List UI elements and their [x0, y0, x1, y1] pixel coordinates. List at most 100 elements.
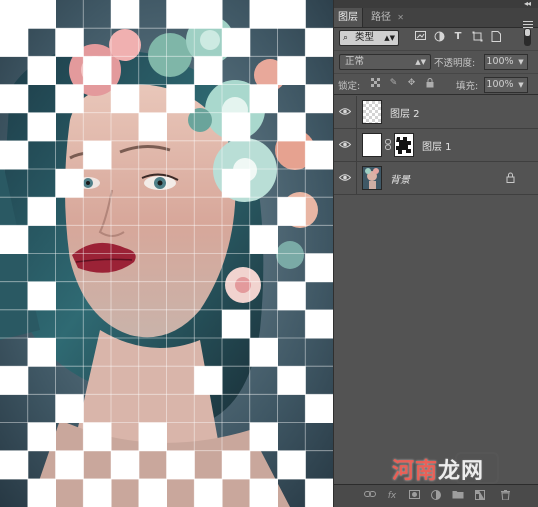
lock-fill-row: 锁定: ✎ ✥ 填充: 100% ▼: [334, 73, 538, 95]
layer-mask-thumbnail[interactable]: [394, 133, 414, 157]
mosaic-white-tile: [222, 450, 251, 480]
mosaic-white-tile: [277, 0, 306, 29]
visibility-toggle[interactable]: [334, 96, 357, 128]
opacity-dropdown-icon[interactable]: ▼: [515, 54, 528, 70]
mosaic-white-tile: [305, 309, 333, 339]
mosaic-white-tile: [0, 28, 29, 57]
mosaic-white-tile: [222, 169, 251, 198]
mosaic-white-tile: [0, 0, 29, 29]
layer-thumbnail: [362, 166, 382, 190]
mosaic-white-tile: [55, 169, 84, 198]
layer-name[interactable]: 图层 1: [422, 138, 452, 153]
collapse-panel-icon[interactable]: ◂◂: [524, 0, 531, 8]
fill-dropdown-icon[interactable]: ▼: [515, 77, 528, 93]
mosaic-white-tile: [305, 140, 333, 170]
search-icon: ⌕: [343, 33, 349, 43]
visibility-toggle[interactable]: [334, 129, 357, 161]
mosaic-white-tile: [55, 84, 84, 114]
mosaic-white-tile: [194, 366, 223, 395]
mosaic-white-tile: [277, 281, 306, 311]
tab-layers[interactable]: 图层: [334, 8, 363, 27]
lock-label: 锁定:: [338, 81, 361, 92]
mosaic-white-tile: [249, 338, 278, 367]
mosaic-white-tile: [305, 478, 333, 507]
mosaic-white-tile: [0, 366, 29, 395]
mosaic-white-tile: [83, 140, 112, 170]
mosaic-white-tile: [249, 0, 278, 29]
mosaic-white-tile: [138, 112, 167, 142]
mosaic-white-tile: [27, 478, 56, 507]
mosaic-white-tile: [111, 450, 140, 480]
adjustment-layer-icon[interactable]: [430, 490, 442, 502]
mosaic-white-tile: [194, 0, 223, 29]
mask-link-icon[interactable]: [385, 139, 391, 150]
mosaic-white-tile: [277, 112, 306, 142]
opacity-input[interactable]: 100%: [484, 54, 516, 70]
mosaic-white-tile: [27, 112, 56, 142]
opacity-label: 不透明度:: [434, 58, 476, 69]
mosaic-white-tile: [166, 84, 195, 114]
mosaic-white-tile: [55, 28, 84, 57]
mosaic-white-tile: [277, 450, 306, 480]
mosaic-white-tile: [305, 253, 333, 283]
mosaic-white-tile: [222, 309, 251, 339]
lock-position-icon[interactable]: ✥: [406, 78, 417, 89]
tab-paths-label: 路径: [371, 12, 391, 23]
tab-paths[interactable]: 路径 ✕: [367, 8, 408, 27]
chevron-down-icon: ▲▼: [415, 58, 426, 66]
chevron-down-icon: ▲▼: [384, 34, 395, 42]
blend-mode-select[interactable]: 正常 ▲▼: [339, 54, 431, 70]
fx-icon[interactable]: fx: [386, 490, 398, 502]
image-filter-icon[interactable]: [414, 31, 426, 43]
filter-kind-label: 类型: [355, 32, 375, 43]
mosaic-white-tile: [194, 478, 223, 507]
mosaic-white-tile: [27, 56, 56, 85]
link-layers-icon[interactable]: [364, 490, 376, 502]
visibility-toggle[interactable]: [334, 162, 357, 194]
mosaic-white-tile: [249, 225, 278, 254]
trash-icon[interactable]: [499, 490, 511, 502]
add-mask-icon[interactable]: [408, 490, 420, 502]
layer-name[interactable]: 背景: [390, 171, 410, 186]
fill-input[interactable]: 100%: [484, 77, 516, 93]
type-filter-icon[interactable]: T: [452, 31, 464, 43]
new-layer-icon[interactable]: [474, 490, 486, 502]
adjustment-filter-icon[interactable]: [433, 31, 445, 43]
tab-layers-label: 图层: [338, 12, 358, 23]
group-folder-icon[interactable]: [452, 490, 464, 502]
mosaic-white-tile: [83, 478, 112, 507]
lock-all-icon[interactable]: [424, 78, 435, 89]
layer-name[interactable]: 图层 2: [390, 105, 420, 120]
mosaic-white-tile: [0, 450, 29, 480]
mosaic-white-tile: [27, 338, 56, 367]
layers-panel: ◂◂ 图层 路径 ✕ ⌕ 类型 ▲▼ T 正常 ▲▼ 不透明度: 100% ▼ …: [333, 0, 538, 507]
mosaic-white-tile: [83, 422, 112, 452]
mosaic-white-tile: [194, 56, 223, 85]
mosaic-white-tile: [222, 28, 251, 57]
mosaic-white-tile: [111, 84, 140, 114]
mosaic-white-tile: [55, 450, 84, 480]
blend-mode-value: 正常: [345, 56, 365, 67]
layer-row[interactable]: 图层 2: [334, 96, 538, 129]
shape-filter-icon[interactable]: [471, 31, 483, 43]
lock-icon: [506, 172, 515, 183]
mosaic-white-tile: [0, 140, 29, 170]
layer-row[interactable]: 背景: [334, 162, 538, 195]
smart-object-filter-icon[interactable]: [490, 31, 502, 43]
mosaic-white-tile: [222, 112, 251, 142]
document-canvas[interactable]: [0, 0, 333, 507]
layer-thumbnail: [362, 100, 382, 124]
filter-kind-select[interactable]: ⌕ 类型 ▲▼: [339, 30, 399, 46]
mosaic-white-tile: [27, 422, 56, 452]
mosaic-white-tile: [166, 450, 195, 480]
layer-thumbnail: [362, 133, 382, 157]
lock-transparent-pixels-icon[interactable]: [370, 78, 381, 89]
layer-row[interactable]: 图层 1: [334, 129, 538, 162]
filter-toggle-switch[interactable]: [524, 28, 531, 46]
eye-icon: [339, 108, 351, 115]
close-icon[interactable]: ✕: [397, 13, 404, 22]
mosaic-white-tile: [166, 0, 195, 29]
panel-tabs: 图层 路径 ✕: [334, 8, 538, 28]
lock-image-pixels-icon[interactable]: ✎: [388, 78, 399, 89]
mosaic-white-tile: [0, 225, 29, 254]
